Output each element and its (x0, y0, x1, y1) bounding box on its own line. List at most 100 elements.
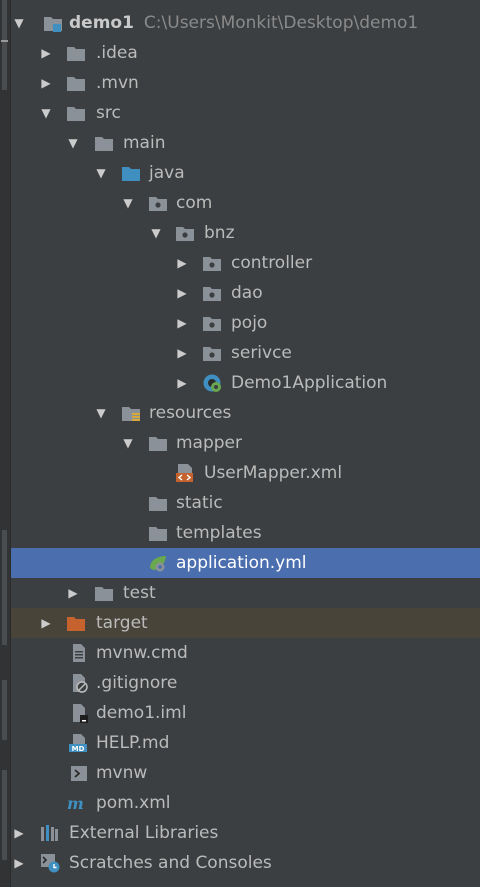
tree-row-templates[interactable]: templates (11, 518, 480, 548)
folder-icon (149, 437, 167, 451)
tree-row-dao[interactable]: ▶ dao (11, 278, 480, 308)
expand-arrow-icon[interactable]: ▼ (120, 428, 136, 458)
ignore-file-icon (73, 674, 88, 693)
expand-arrow-icon[interactable]: ▼ (38, 98, 54, 128)
tree-row-test[interactable]: ▶ test (11, 578, 480, 608)
folder-icon (95, 587, 113, 601)
module-folder-icon (44, 17, 62, 32)
collapse-arrow-icon[interactable]: ▶ (38, 608, 54, 638)
svg-text:m: m (67, 794, 84, 813)
spring-boot-class-icon (203, 374, 221, 392)
package-label: controller (231, 253, 313, 273)
file-label: .gitignore (96, 673, 178, 693)
tree-row-controller[interactable]: ▶ controller (11, 248, 480, 278)
tree-row-src[interactable]: ▼ src (11, 98, 480, 128)
tree-row-mapper[interactable]: ▼ mapper (11, 428, 480, 458)
node-label: External Libraries (69, 823, 219, 843)
package-label: bnz (204, 223, 235, 243)
file-label: demo1.iml (96, 703, 187, 723)
folder-label: .mvn (96, 73, 139, 93)
collapse-arrow-icon[interactable]: ▶ (38, 68, 54, 98)
module-file-icon (73, 704, 88, 723)
collapse-arrow-icon[interactable]: ▶ (174, 368, 190, 398)
tree-row-com[interactable]: ▼ com (11, 188, 480, 218)
expand-arrow-icon[interactable]: ▼ (93, 158, 109, 188)
file-label: UserMapper.xml (204, 463, 343, 483)
shell-script-icon (71, 766, 87, 781)
project-path: C:\Users\Monkit\Desktop\demo1 (143, 13, 419, 33)
collapse-arrow-icon[interactable]: ▶ (11, 818, 27, 848)
tree-row-demo1-application[interactable]: ▶ Demo1Application (11, 368, 480, 398)
tree-row-project-root[interactable]: ▼ demo1 C:\Users\Monkit\Desktop\demo1 (11, 8, 480, 38)
collapse-arrow-icon[interactable]: ▶ (174, 278, 190, 308)
spring-config-file-icon (150, 556, 166, 572)
markdown-file-icon: MD (69, 734, 87, 753)
package-label: serivce (231, 343, 292, 363)
class-label: Demo1Application (231, 373, 388, 393)
folder-label: main (123, 133, 166, 153)
tree-row-mvnw[interactable]: mvnw (11, 758, 480, 788)
expand-arrow-icon[interactable]: ▼ (93, 398, 109, 428)
tool-window-stripe[interactable] (2, 770, 7, 860)
tree-row-pom-xml[interactable]: m pom.xml (11, 788, 480, 818)
collapse-arrow-icon[interactable]: ▶ (38, 38, 54, 68)
tree-row-bnz[interactable]: ▼ bnz (11, 218, 480, 248)
tree-row-main[interactable]: ▼ main (11, 128, 480, 158)
file-label: HELP.md (96, 733, 170, 753)
tool-window-stripe[interactable] (2, 530, 7, 645)
folder-label: mapper (176, 433, 243, 453)
expand-arrow-icon[interactable]: ▼ (148, 218, 164, 248)
package-icon (149, 197, 167, 211)
tool-window-stripe[interactable] (2, 0, 7, 90)
tree-row-static[interactable]: static (11, 488, 480, 518)
tree-row-gitignore[interactable]: .gitignore (11, 668, 480, 698)
expand-arrow-icon[interactable]: ▼ (65, 128, 81, 158)
package-icon (203, 317, 221, 331)
tree-row-pojo[interactable]: ▶ pojo (11, 308, 480, 338)
tree-row-resources[interactable]: ▼ resources (11, 398, 480, 428)
folder-label: src (96, 103, 121, 123)
expand-arrow-icon[interactable]: ▼ (11, 8, 27, 38)
folder-label: resources (149, 403, 232, 423)
file-label: pom.xml (96, 793, 171, 813)
xml-file-icon (176, 464, 193, 482)
tree-row-scratches-and-consoles[interactable]: ▶ Scratches and Consoles (11, 848, 480, 878)
folder-icon (67, 47, 85, 61)
tool-window-stripe[interactable] (2, 680, 7, 740)
folder-label: static (176, 493, 223, 513)
libraries-icon (41, 825, 58, 841)
collapse-arrow-icon[interactable]: ▶ (174, 248, 190, 278)
package-label: dao (231, 283, 263, 303)
folder-label: java (149, 163, 185, 183)
tree-row-external-libraries[interactable]: ▶ External Libraries (11, 818, 480, 848)
project-name: demo1 (69, 13, 134, 33)
package-icon (203, 347, 221, 361)
package-icon (176, 227, 194, 241)
collapse-arrow-icon[interactable]: ▶ (174, 338, 190, 368)
expand-arrow-icon[interactable]: ▼ (120, 188, 136, 218)
collapse-arrow-icon[interactable]: ▶ (174, 308, 190, 338)
collapse-arrow-icon[interactable]: ▶ (65, 578, 81, 608)
tree-row-target[interactable]: ▶ target (11, 608, 480, 638)
folder-icon (67, 107, 85, 121)
node-label: Scratches and Consoles (69, 853, 272, 873)
folder-icon (67, 77, 85, 91)
tree-row-java[interactable]: ▼ java (11, 158, 480, 188)
tree-row-help-md[interactable]: MD HELP.md (11, 728, 480, 758)
tree-row-mvn[interactable]: ▶ .mvn (11, 68, 480, 98)
file-label: mvnw.cmd (96, 643, 188, 663)
folder-label: templates (176, 523, 262, 543)
tree-row-serivce[interactable]: ▶ serivce (11, 338, 480, 368)
tree-row-usermapper-xml[interactable]: UserMapper.xml (11, 458, 480, 488)
tree-row-idea[interactable]: ▶ .idea (11, 38, 480, 68)
folder-label: .idea (96, 43, 138, 63)
text-file-icon (73, 644, 85, 662)
folder-icon (95, 137, 113, 151)
tree-row-application-yml[interactable]: application.yml (11, 548, 480, 578)
file-label: application.yml (176, 553, 307, 573)
folder-label: target (96, 613, 148, 633)
collapse-arrow-icon[interactable]: ▶ (11, 848, 27, 878)
tree-row-mvnw-cmd[interactable]: mvnw.cmd (11, 638, 480, 668)
tree-row-demo1-iml[interactable]: demo1.iml (11, 698, 480, 728)
scratches-icon (41, 854, 60, 873)
